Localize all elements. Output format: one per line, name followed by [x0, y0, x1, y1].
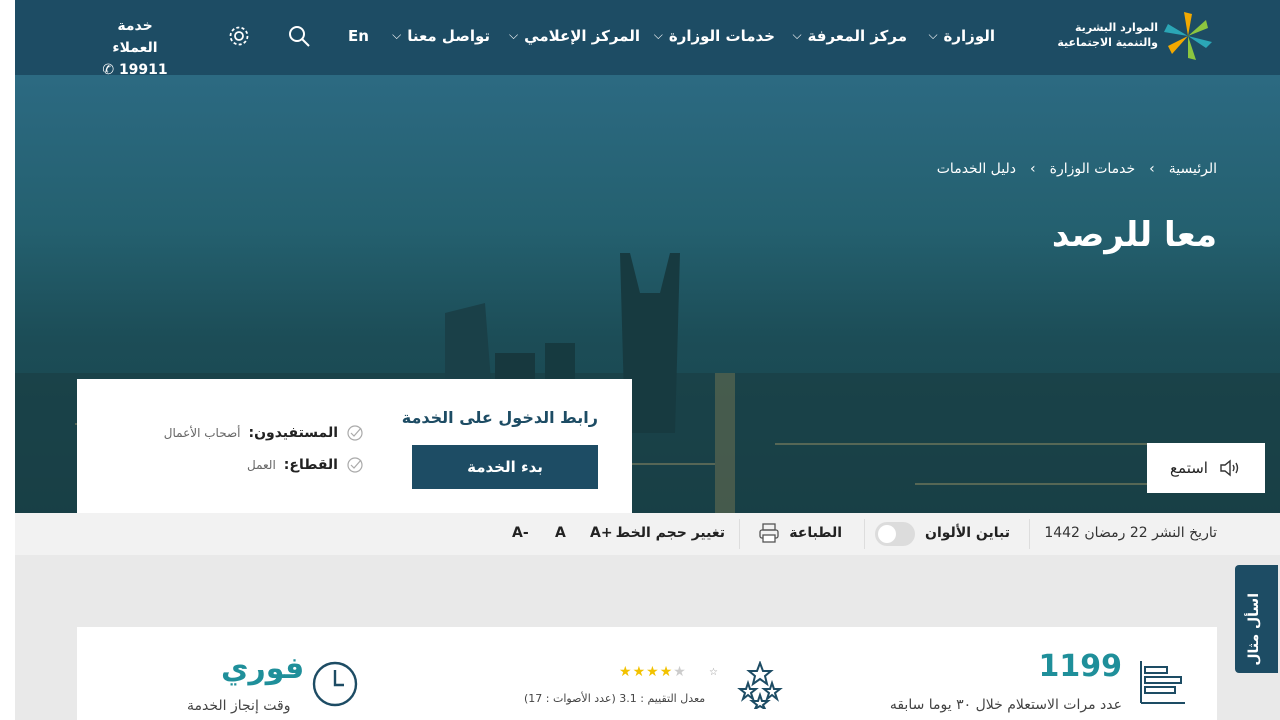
divider — [1029, 519, 1030, 549]
check-circle-icon — [347, 457, 363, 473]
top-header: الموارد البشرية والتنمية الاجتماعية الوز… — [15, 0, 1280, 78]
gear-icon[interactable] — [227, 24, 251, 48]
sector-label: القطاع: — [283, 457, 338, 473]
divider — [864, 519, 865, 549]
check-circle-icon — [347, 425, 363, 441]
inquiries-label: عدد مرات الاستعلام خلال ٣٠ يوما سابقه — [889, 697, 1122, 713]
sector-value: العمل — [246, 458, 276, 472]
star-icon: ★ — [619, 664, 633, 680]
font-reset-button[interactable]: A — [555, 525, 566, 541]
star-icon: ★ — [632, 664, 647, 680]
service-time-label: وقت إنجاز الخدمة — [187, 698, 291, 714]
nav-label: مركز المعرفة — [807, 27, 907, 45]
print-label[interactable]: الطباعة — [789, 525, 842, 541]
nav-ministry[interactable]: الوزارة ⌵ — [928, 27, 995, 45]
divider — [739, 519, 740, 549]
chevron-left-icon: › — [1149, 161, 1155, 177]
chevron-down-icon: ⌵ — [928, 27, 938, 42]
nav-label: المركز الإعلامي — [524, 27, 640, 45]
chevron-down-icon: ⌵ — [509, 27, 519, 42]
font-decrease-button[interactable]: A- — [512, 525, 529, 541]
ministry-logo[interactable]: الموارد البشرية والتنمية الاجتماعية — [1048, 10, 1218, 64]
nav-label: الوزارة — [943, 27, 995, 45]
customer-service-label: خدمة العملاء — [112, 18, 158, 56]
nav-knowledge-center[interactable]: مركز المعرفة ⌵ — [792, 27, 907, 45]
stars-rating-icon — [737, 661, 783, 709]
chevron-down-icon: ⌵ — [792, 27, 802, 42]
nav-ministry-services[interactable]: خدمات الوزارة ⌵ — [654, 27, 775, 45]
breadcrumb-ministry-services[interactable]: خدمات الوزارة — [1050, 161, 1136, 177]
beneficiaries-value: أصحاب الأعمال — [163, 426, 241, 440]
clock-icon — [312, 661, 358, 707]
font-increase-button[interactable]: A+ — [590, 525, 613, 541]
ministry-logo-mark-icon — [1164, 12, 1212, 60]
speaker-icon — [1220, 459, 1239, 477]
star-icon: ★ — [646, 664, 660, 680]
search-icon[interactable] — [287, 24, 311, 48]
star-icon: ★ — [659, 664, 674, 680]
breadcrumb-service-guide[interactable]: دليل الخدمات — [937, 161, 1016, 177]
font-size-label: تغيير حجم الخط — [615, 525, 725, 541]
listen-button[interactable]: استمع — [1147, 443, 1265, 493]
chevron-down-icon: ⌵ — [392, 27, 402, 42]
nav-label: خدمات الوزارة — [668, 27, 775, 45]
rate-icon[interactable]: ☆ — [709, 667, 718, 678]
beneficiaries-label: المستفيدون: — [248, 425, 338, 441]
beneficiaries-row: المستفيدون: أصحاب الأعمال — [164, 424, 364, 442]
rating-stars: ★★★★★ — [619, 664, 687, 680]
nav-contact-us[interactable]: تواصل معنا ⌵ — [392, 27, 490, 45]
nav-label: تواصل معنا — [407, 27, 490, 45]
breadcrumb: الرئيسية › خدمات الوزارة › دليل الخدمات — [937, 161, 1217, 177]
language-switch[interactable]: En — [348, 27, 369, 45]
ask-example-label: اسأل مثال — [1246, 593, 1262, 666]
page-tools-bar: تاريخ النشر 22 رمضان 1442 تباين الألوان … — [15, 513, 1280, 555]
sector-row: القطاع: العمل — [247, 456, 364, 474]
contrast-label: تباين الألوان — [925, 525, 1010, 541]
breadcrumb-home[interactable]: الرئيسية — [1169, 161, 1217, 177]
chevron-left-icon: › — [1030, 161, 1036, 177]
service-time-value: فوري — [221, 651, 305, 686]
content-area: 1199 عدد مرات الاستعلام خلال ٣٠ يوما ساب… — [15, 555, 1280, 720]
publish-date: تاريخ النشر 22 رمضان 1442 — [1044, 525, 1217, 541]
printer-icon[interactable] — [758, 522, 780, 544]
chevron-down-icon: ⌵ — [653, 27, 663, 42]
listen-label: استمع — [1170, 459, 1208, 477]
start-service-button[interactable]: بدء الخدمة — [412, 445, 598, 489]
service-access-box: رابط الدخول على الخدمة بدء الخدمة المستف… — [77, 379, 632, 513]
bar-chart-icon — [1140, 661, 1185, 704]
nav-media-center[interactable]: المركز الإعلامي ⌵ — [509, 27, 640, 45]
service-stats-card: 1199 عدد مرات الاستعلام خلال ٣٠ يوما ساب… — [77, 627, 1217, 720]
star-icon: ★ — [673, 664, 687, 680]
service-access-title: رابط الدخول على الخدمة — [401, 408, 598, 427]
logo-text: الموارد البشرية والتنمية الاجتماعية — [1057, 21, 1158, 49]
inquiries-count: 1199 — [1038, 649, 1123, 684]
rating-label: معدل التقييم : 3.1 (عدد الأصوات : 17) — [524, 692, 706, 705]
contrast-toggle[interactable] — [875, 522, 915, 546]
ask-example-tab[interactable]: اسأل مثال — [1235, 565, 1278, 673]
customer-service[interactable]: خدمة العملاء 19911 ✆ — [93, 15, 177, 81]
page-title: معا للرصد — [1051, 215, 1217, 255]
